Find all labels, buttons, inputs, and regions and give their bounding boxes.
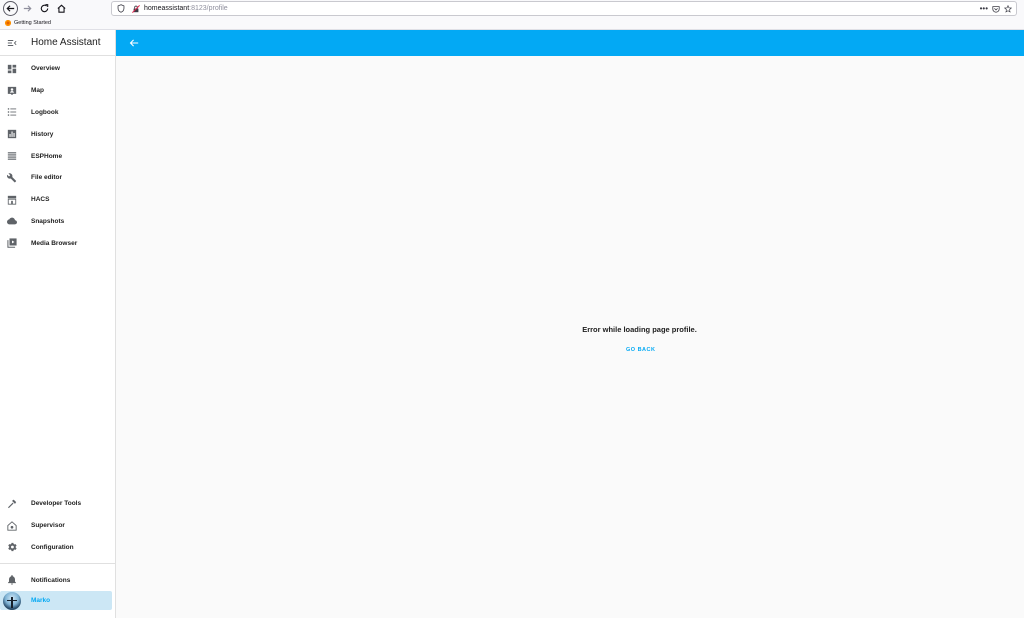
sidebar: Home Assistant Overview Map Logbook Hist…	[0, 30, 116, 618]
sidebar-item-label: ESPHome	[31, 152, 63, 160]
menu-toggle-button[interactable]	[0, 30, 24, 56]
sidebar-item-label: Marko	[31, 597, 51, 605]
firefox-icon	[5, 20, 11, 26]
bookmarks-bar: Getting Started	[0, 17, 1024, 30]
sidebar-nav: Overview Map Logbook History ESPHome Fil…	[0, 58, 115, 254]
logbook-icon	[0, 107, 24, 117]
url-path: :8123/profile	[189, 5, 228, 12]
app-toolbar	[116, 30, 1024, 56]
supervisor-icon	[0, 520, 24, 531]
bookmark-getting-started[interactable]: Getting Started	[5, 20, 51, 26]
url-bar[interactable]: homeassistant:8123/profile •••	[111, 1, 1017, 16]
map-icon	[0, 86, 24, 96]
insecure-lock-icon[interactable]	[132, 4, 140, 13]
sidebar-item-label: Media Browser	[31, 239, 78, 247]
dashboard-icon	[0, 64, 24, 74]
browser-reload-button[interactable]	[37, 1, 52, 16]
avatar	[3, 591, 21, 610]
gear-icon	[0, 542, 24, 552]
sidebar-item-label: Snapshots	[31, 217, 65, 225]
url-actions: •••	[980, 4, 1012, 13]
cloud-icon	[0, 216, 24, 226]
menu-open-icon	[7, 39, 17, 46]
bell-icon	[0, 575, 24, 585]
sidebar-item-label: Notifications	[31, 576, 71, 584]
hammer-icon	[0, 499, 24, 509]
arrow-left-icon	[129, 39, 139, 47]
reload-icon	[40, 4, 49, 13]
sidebar-item-label: Developer Tools	[31, 500, 82, 508]
sidebar-item-logbook[interactable]: Logbook	[0, 102, 115, 124]
history-chart-icon	[0, 129, 24, 139]
sidebar-item-label: Supervisor	[31, 522, 65, 530]
sidebar-item-hacs[interactable]: HACS	[0, 189, 115, 211]
shield-icon[interactable]	[117, 4, 125, 13]
sidebar-item-label: File editor	[31, 174, 63, 182]
sidebar-item-esphome[interactable]: ESPHome	[0, 145, 115, 167]
page-actions-icon[interactable]: •••	[980, 4, 988, 13]
sidebar-bottom: Developer Tools Supervisor Configuration…	[0, 493, 115, 611]
sidebar-item-label: Configuration	[31, 543, 74, 551]
sidebar-title: Home Assistant	[31, 37, 101, 48]
sidebar-item-label: Overview	[31, 65, 60, 73]
main-content: Error while loading page profile. GO BAC…	[116, 56, 1024, 618]
error-message: Error while loading page profile.	[582, 325, 697, 334]
sidebar-item-label: HACS	[31, 196, 50, 204]
sidebar-item-file-editor[interactable]: File editor	[0, 167, 115, 189]
browser-toolbar: homeassistant:8123/profile •••	[0, 0, 1024, 17]
wrench-icon	[0, 173, 24, 183]
esphome-icon	[0, 151, 24, 161]
sidebar-item-map[interactable]: Map	[0, 80, 115, 102]
browser-forward-button[interactable]	[20, 1, 35, 16]
sidebar-item-media-browser[interactable]: Media Browser	[0, 232, 115, 254]
hacs-icon	[0, 195, 24, 205]
media-icon	[0, 238, 24, 249]
url-host: homeassistant	[144, 5, 190, 12]
sidebar-divider	[0, 563, 115, 565]
sidebar-item-overview[interactable]: Overview	[0, 58, 115, 80]
sidebar-header: Home Assistant	[0, 30, 115, 56]
sidebar-item-history[interactable]: History	[0, 123, 115, 145]
bookmark-label: Getting Started	[14, 20, 51, 26]
back-button[interactable]	[121, 30, 147, 56]
browser-back-button[interactable]	[3, 1, 18, 16]
sidebar-item-developer-tools[interactable]: Developer Tools	[0, 493, 115, 515]
pocket-icon[interactable]	[992, 5, 1000, 13]
sidebar-item-supervisor[interactable]: Supervisor	[0, 515, 115, 537]
bookmark-star-icon[interactable]	[1004, 4, 1012, 13]
arrow-left-icon	[6, 5, 15, 12]
sidebar-item-label: History	[31, 130, 54, 138]
sidebar-item-notifications[interactable]: Notifications	[0, 569, 115, 591]
sidebar-item-configuration[interactable]: Configuration	[0, 537, 115, 559]
home-icon	[57, 4, 66, 13]
arrow-right-icon	[23, 5, 32, 12]
sidebar-item-label: Map	[31, 87, 44, 95]
go-back-button[interactable]: GO BACK	[626, 347, 655, 353]
browser-home-button[interactable]	[54, 1, 69, 16]
sidebar-item-user-profile[interactable]: Marko	[0, 591, 112, 611]
sidebar-item-label: Logbook	[31, 108, 59, 116]
sidebar-item-snapshots[interactable]: Snapshots	[0, 211, 115, 233]
